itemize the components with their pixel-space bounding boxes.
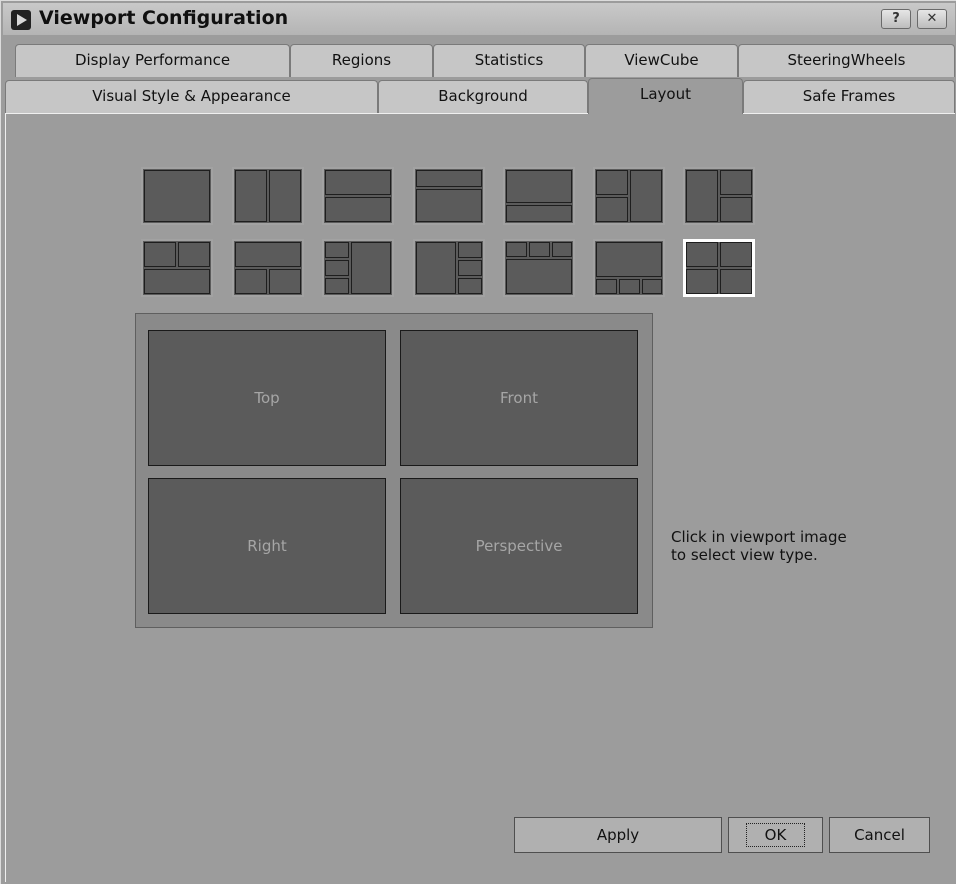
layout-cell (619, 279, 640, 294)
help-button[interactable]: ? (881, 9, 911, 29)
layout-preset-4[interactable] (413, 167, 485, 225)
layout-cell (235, 242, 301, 267)
layout-cell (506, 242, 527, 257)
layout-preset-14-selected[interactable] (683, 239, 755, 297)
layout-cell (269, 269, 301, 294)
layout-cell (416, 189, 482, 222)
layout-preset-6[interactable] (593, 167, 665, 225)
tab-background[interactable]: Background (378, 80, 588, 113)
layout-cell (720, 269, 752, 294)
layout-preset-10[interactable] (322, 239, 394, 297)
tab-safe-frames[interactable]: Safe Frames (743, 80, 955, 113)
layout-cell (178, 242, 210, 267)
layout-cell (720, 170, 752, 195)
layout-cell (458, 242, 482, 258)
layout-cell (642, 279, 662, 294)
layout-preset-9[interactable] (232, 239, 304, 297)
layout-cell (351, 242, 391, 294)
layout-preset-8[interactable] (141, 239, 213, 297)
layout-cell (596, 279, 617, 294)
layout-cell (144, 269, 210, 294)
layout-cell (552, 242, 572, 257)
layout-cell (144, 170, 210, 222)
tab-regions[interactable]: Regions (290, 44, 433, 77)
app-logo-icon (11, 10, 31, 30)
layout-preset-13[interactable] (593, 239, 665, 297)
viewport-layout-preview: Top Front Right Perspective (135, 313, 653, 628)
layout-cell (458, 278, 482, 294)
viewport-front[interactable]: Front (400, 330, 638, 466)
layout-preset-11[interactable] (413, 239, 485, 297)
layout-cell (416, 170, 482, 187)
tab-statistics[interactable]: Statistics (433, 44, 585, 77)
ok-button-label: OK (745, 823, 806, 847)
layout-cell (416, 242, 456, 294)
layout-cell (458, 260, 482, 276)
layout-preset-3[interactable] (322, 167, 394, 225)
layout-cell (596, 242, 662, 277)
layout-cell (596, 170, 628, 195)
layout-cell (686, 269, 718, 294)
layout-cell (506, 259, 572, 294)
layout-preset-7[interactable] (683, 167, 755, 225)
layout-cell (325, 197, 391, 222)
layout-cell (720, 242, 752, 267)
layout-cell (269, 170, 301, 222)
layout-cell (686, 170, 718, 222)
layout-cell (596, 197, 628, 222)
tab-layout[interactable]: Layout (588, 78, 743, 114)
tab-steeringwheels[interactable]: SteeringWheels (738, 44, 955, 77)
layout-cell (506, 205, 572, 222)
viewport-perspective[interactable]: Perspective (400, 478, 638, 614)
viewport-top[interactable]: Top (148, 330, 386, 466)
layout-cell (325, 170, 391, 195)
tab-display-performance[interactable]: Display Performance (15, 44, 290, 77)
viewport-right[interactable]: Right (148, 478, 386, 614)
layout-cell (235, 170, 267, 222)
close-button[interactable]: ✕ (917, 9, 947, 29)
layout-cell (720, 197, 752, 222)
layout-cell (325, 260, 349, 276)
layout-cell (529, 242, 550, 257)
tab-viewcube[interactable]: ViewCube (585, 44, 738, 77)
layout-cell (144, 242, 176, 267)
layout-preset-5[interactable] (503, 167, 575, 225)
layout-cell (325, 278, 349, 294)
layout-cell (506, 170, 572, 203)
layout-cell (686, 242, 718, 267)
cancel-button[interactable]: Cancel (829, 817, 930, 853)
viewport-configuration-dialog: Viewport Configuration ? ✕ Display Perfo… (0, 0, 956, 884)
tab-visual-style-appearance[interactable]: Visual Style & Appearance (5, 80, 378, 113)
window-title: Viewport Configuration (39, 7, 289, 29)
title-bar[interactable]: Viewport Configuration ? ✕ (3, 3, 955, 35)
viewport-hint-text: Click in viewport image to select view t… (671, 528, 847, 564)
layout-preset-2[interactable] (232, 167, 304, 225)
layout-cell (235, 269, 267, 294)
layout-cell (325, 242, 349, 258)
layout-cell (630, 170, 662, 222)
ok-button[interactable]: OK (728, 817, 823, 853)
apply-button[interactable]: Apply (514, 817, 722, 853)
layout-preset-12[interactable] (503, 239, 575, 297)
layout-preset-1[interactable] (141, 167, 213, 225)
